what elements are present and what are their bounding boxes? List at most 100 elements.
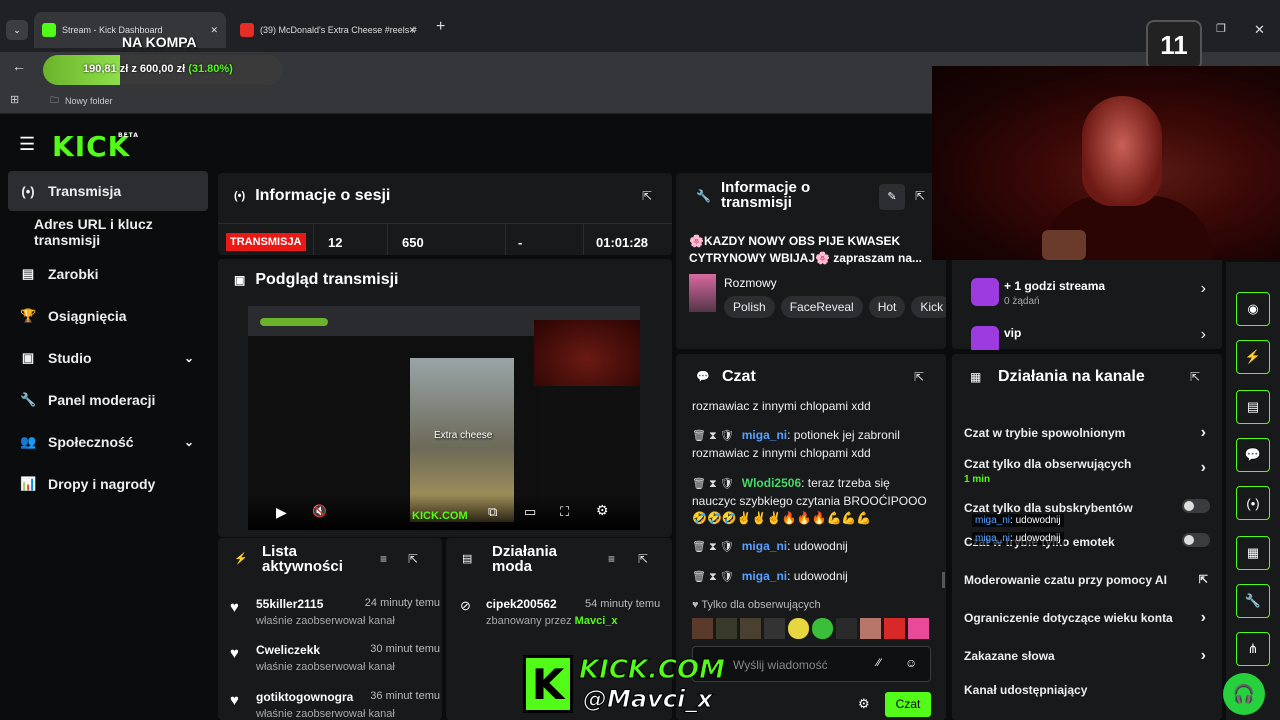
sidebar-item-panel-moderacji[interactable]: 🔧 Panel moderacji [8, 380, 208, 420]
channel-action-item[interactable]: Czat w trybie spowolnionym › [964, 424, 1212, 441]
emote[interactable] [812, 618, 833, 639]
rail-chat-icon[interactable]: 💬 [1236, 438, 1270, 472]
close-tab-icon[interactable]: ✕ [210, 25, 218, 36]
expand-icon[interactable]: ⇱ [638, 552, 648, 566]
chevron-right-icon: › [1200, 647, 1206, 664]
emote[interactable] [884, 618, 905, 639]
emote[interactable] [908, 618, 929, 639]
new-tab-button[interactable]: + [436, 18, 445, 36]
mod-action-user[interactable]: cipek200562 [486, 597, 557, 611]
channel-action-item[interactable]: Kanał udostępniający [964, 683, 1212, 697]
tab-youtube[interactable]: (39) McDonald's Extra Cheese #reels # ✕ [232, 16, 424, 44]
reward-item[interactable]: + 1 godzi streama 0 żądań › [964, 274, 1212, 312]
chat-scrollbar[interactable] [942, 572, 945, 588]
sidebar-item-transmisja[interactable]: (•) Transmisja [8, 171, 208, 211]
theater-icon[interactable]: ▭ [524, 504, 536, 520]
tag-chip[interactable]: Hot [868, 296, 906, 318]
emote[interactable] [860, 618, 881, 639]
tag-chip[interactable]: FaceReveal [780, 296, 863, 318]
emote[interactable] [788, 618, 809, 639]
chat-settings-icon[interactable]: ⚙ [858, 696, 870, 712]
preview-caption: Extra cheese [434, 430, 493, 441]
chat-username[interactable]: miga_ni [742, 539, 787, 553]
chat-username[interactable]: Wlodi2506 [742, 476, 801, 490]
tag-chip[interactable]: Kick [911, 296, 946, 318]
chevron-right-icon: › [1200, 459, 1206, 476]
emoji-icon[interactable]: ☺ [905, 656, 917, 670]
kick-logo[interactable]: KICK BETA [52, 130, 138, 163]
channel-action-item[interactable]: Moderowanie czatu przy pomocy AI ⇱ [964, 573, 1212, 587]
channel-action-label: Ograniczenie dotyczące wieku konta [964, 611, 1173, 625]
reward-item[interactable]: vip › [964, 322, 1212, 350]
chat-input[interactable]: Wyślij wiadomość ⁄⁄ ☺ [692, 646, 931, 682]
chat-message: 🗑 ⧗ 🛡 Wlodi2506: teraz trzeba się nauczyc… [692, 475, 932, 527]
mod-tools-icon[interactable]: 🗑 ⧗ 🛡 [692, 541, 734, 553]
channel-actions-icon: ▦ [970, 370, 982, 384]
emote[interactable] [836, 618, 857, 639]
expand-icon[interactable]: ⇱ [914, 370, 924, 384]
sidebar-item-dropy-i-nagrody[interactable]: 📊 Dropy i nagrody [8, 464, 208, 504]
category-label[interactable]: Rozmowy [724, 276, 777, 290]
expand-icon[interactable]: ⇱ [1190, 370, 1200, 384]
sidebar-item-osi-gni-cia[interactable]: 🏆 Osiągnięcia [8, 296, 208, 336]
play-icon[interactable]: ▶ [276, 504, 287, 521]
expand-icon[interactable]: ⇱ [642, 189, 652, 203]
panel-title: Działania na kanale [998, 368, 1145, 385]
sidebar-item-adres-url-i-klucz-transmisji[interactable]: Adres URL i klucz transmisji [8, 212, 208, 252]
apps-grid-icon[interactable]: ⊞ [10, 93, 19, 106]
rail-share-icon[interactable]: ⋔ [1236, 632, 1270, 666]
broadcast-icon: (•) [234, 190, 246, 202]
mute-icon[interactable]: 🔇 [312, 504, 327, 518]
rail-camera-icon[interactable]: ◉ [1236, 292, 1270, 326]
pip-icon[interactable]: ⧉ [488, 504, 497, 520]
emote[interactable] [716, 618, 737, 639]
broadcast-icon: (•) [21, 183, 35, 199]
filter-icon[interactable]: ≡ [608, 552, 615, 566]
chat-username[interactable]: miga_ni [742, 428, 787, 442]
filter-icon[interactable]: ≡ [380, 552, 387, 566]
stream-preview-video[interactable]: Extra cheese ▶ 🔇 KICK.COM ⧉ ▭ ⛶ ⚙ [248, 306, 640, 530]
tag-chip[interactable]: Polish [724, 296, 775, 318]
rail-layout-icon[interactable]: ▦ [1236, 536, 1270, 570]
category-thumbnail[interactable] [689, 274, 716, 312]
toggle-switch[interactable] [1182, 533, 1210, 547]
expand-icon[interactable]: ⇱ [915, 189, 925, 203]
channel-action-label: Kanał udostępniający [964, 683, 1088, 697]
community-icon: 👥 [20, 434, 37, 449]
mod-tools-icon[interactable]: 🗑 ⧗ 🛡 [692, 478, 734, 490]
sidebar-item-studio[interactable]: ▣ Studio ⌄ [8, 338, 208, 378]
close-window-icon[interactable]: ✕ [1254, 22, 1265, 38]
channel-action-item[interactable]: Ograniczenie dotyczące wieku konta › [964, 609, 1212, 626]
sidebar-item-spo-eczno-[interactable]: 👥 Społeczność ⌄ [8, 422, 208, 462]
tab-search-button[interactable]: ⌄ [6, 20, 28, 40]
rail-broadcast-icon[interactable]: (•) [1236, 486, 1270, 520]
back-arrow-icon[interactable]: ← [12, 58, 26, 74]
menu-icon[interactable]: ☰ [19, 134, 35, 155]
mod-action-moderator[interactable]: Mavci_x [575, 615, 618, 627]
chat-username[interactable]: miga_ni [742, 569, 787, 583]
mod-tools-icon[interactable]: 🗑 ⧗ 🛡 [692, 430, 734, 442]
send-chat-button[interactable]: Czat [885, 692, 931, 717]
rail-lightning-icon[interactable]: ⚡ [1236, 340, 1270, 374]
rail-wrench-icon[interactable]: 🔧 [1236, 584, 1270, 618]
command-icon[interactable]: ⁄⁄ [877, 657, 881, 669]
emote[interactable] [740, 618, 761, 639]
emote[interactable] [764, 618, 785, 639]
sidebar-item-zarobki[interactable]: ▤ Zarobki [8, 254, 208, 294]
mod-tools-icon[interactable]: 🗑 ⧗ 🛡 [692, 571, 734, 583]
rail-document-icon[interactable]: ▤ [1236, 390, 1270, 424]
support-headset-icon[interactable]: 🎧 [1223, 673, 1265, 715]
bookmark-folder[interactable]: 🗀 Nowy folder [50, 93, 113, 109]
channel-action-item[interactable]: Czat tylko dla obserwujących 1 min › [964, 457, 1212, 485]
emote[interactable] [692, 618, 713, 639]
fullscreen-icon[interactable]: ⛶ [560, 504, 569, 520]
channel-action-item[interactable]: Czat tylko dla subskrybentów [964, 499, 1212, 515]
expand-icon[interactable]: ⇱ [408, 552, 418, 566]
settings-gear-icon[interactable]: ⚙ [596, 502, 609, 519]
edit-pencil-icon[interactable]: ✎ [879, 184, 905, 210]
channel-action-item[interactable]: Zakazane słowa › [964, 647, 1212, 664]
toggle-switch[interactable] [1182, 499, 1210, 513]
followers-count: 650 [388, 224, 506, 255]
close-tab-icon[interactable]: ✕ [408, 25, 416, 36]
restore-window-icon[interactable]: ❐ [1216, 22, 1226, 35]
